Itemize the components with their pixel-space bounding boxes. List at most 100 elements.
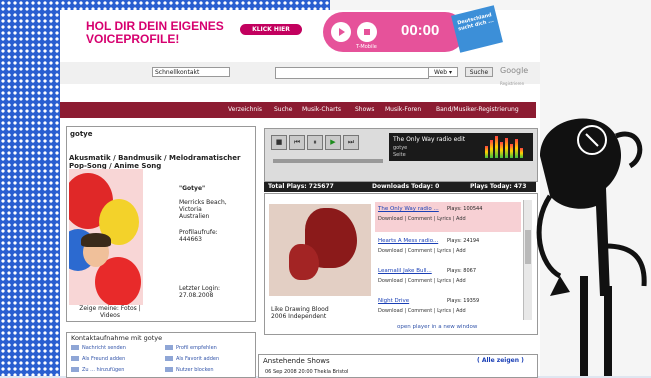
song-actions[interactable]: Download | Comment | Lyrics | Add	[378, 278, 466, 284]
previous-button[interactable]: ⏮	[289, 135, 305, 150]
profile-location-2: Victoria	[179, 206, 202, 213]
search-bar: Schnellkontakt Web ▾ Suche Google Regist…	[60, 62, 540, 86]
shows-title: Anstehende Shows	[263, 357, 330, 365]
group-icon	[71, 367, 79, 372]
pause-button[interactable]: ⏸	[307, 135, 323, 150]
song-title[interactable]: Hearts A Mess radio...	[378, 238, 438, 244]
search-button[interactable]: Suche	[465, 67, 493, 77]
block-user-link[interactable]: Nutzer blocken	[165, 367, 214, 373]
seek-bar[interactable]	[273, 159, 383, 163]
nav-shows[interactable]: Shows	[355, 106, 374, 113]
song-item[interactable]: The Only Way radio ... Plays: 100544 Dow…	[375, 202, 521, 232]
last-login-label: Letzter Login:	[179, 285, 221, 292]
promo-sticker: Deutschland sucht dich ...	[451, 5, 503, 53]
nav-musik-foren[interactable]: Musik-Foren	[385, 106, 421, 113]
eq-bar	[490, 140, 493, 158]
main-nav: Verzeichnis Suche Musik-Charts Shows Mus…	[60, 102, 536, 118]
song-title[interactable]: Night Drive	[378, 298, 409, 304]
song-actions[interactable]: Download | Comment | Lyrics | Add	[378, 308, 466, 314]
profile-location-3: Australien	[179, 213, 210, 220]
current-song-title: The Only Way radio edit	[393, 136, 466, 143]
add-to-group-label: Zu ... hinzufügen	[82, 367, 125, 373]
song-list-panel: Like Drawing Blood 2006 Independent The …	[264, 193, 538, 335]
profile-views: 444663	[179, 236, 202, 243]
person-hair	[81, 233, 111, 247]
profile-panel: gotye Akusmatik / Bandmusik / Melodramat…	[66, 126, 256, 322]
nav-verzeichnis[interactable]: Verzeichnis	[228, 106, 262, 113]
current-artist: gotye	[393, 145, 408, 151]
recommend-profile-link[interactable]: Profil empfehlen	[165, 345, 217, 351]
ad-player: 00:00 T-Mobile	[323, 12, 465, 52]
block-user-label: Nutzer blocken	[176, 367, 214, 373]
add-to-group-link[interactable]: Zu ... hinzufügen	[71, 367, 124, 373]
add-favorite-link[interactable]: Als Favorit adden	[165, 356, 219, 362]
show-row[interactable]: 06 Sep 2008 20:00 Thekla Bristol	[265, 369, 348, 375]
player-sub-label: Seite	[393, 152, 406, 158]
song-actions[interactable]: Download | Comment | Lyrics | Add	[378, 216, 466, 222]
upcoming-shows-panel: Anstehende Shows ( Alle zeigen ) 06 Sep …	[258, 354, 538, 378]
album-name: Like Drawing Blood	[271, 306, 329, 313]
next-button[interactable]: ⏭	[343, 135, 359, 150]
register-link[interactable]: Registrieren	[500, 81, 524, 86]
song-plays: Plays: 24194	[447, 238, 480, 244]
banner-title: HOL DIR DEIN EIGENES VOICEPROFILE!	[86, 20, 224, 46]
stop-button[interactable]: ■	[271, 135, 287, 150]
favorite-icon	[165, 356, 173, 361]
nav-band-registrierung[interactable]: Band/Musiker-Registrierung	[436, 106, 519, 113]
profile-genre: Akusmatik / Bandmusik / Melodramatischer…	[69, 154, 241, 170]
song-plays: Plays: 100544	[447, 206, 483, 212]
banner-title-line-2: VOICEPROFILE!	[86, 32, 180, 46]
song-actions[interactable]: Download | Comment | Lyrics | Add	[378, 248, 466, 254]
send-message-label: Nachricht senden	[82, 345, 126, 351]
song-item[interactable]: Hearts A Mess radio... Plays: 24194 Down…	[375, 234, 521, 264]
show-all-link[interactable]: ( Alle zeigen )	[477, 357, 524, 364]
eq-bar	[505, 138, 508, 158]
player-display: The Only Way radio edit gotye Seite	[389, 133, 533, 161]
photos-link[interactable]: Zeige meine: Fotos |	[69, 305, 151, 312]
eq-bar	[510, 144, 513, 158]
ad-player-time: 00:00	[401, 22, 440, 39]
total-plays: Total Plays: 725677	[268, 183, 334, 190]
nav-suche[interactable]: Suche	[274, 106, 292, 113]
last-login-date: 27.08.2008	[179, 292, 214, 299]
quick-contact-select[interactable]: Schnellkontakt	[152, 67, 230, 77]
bird-mascot-illustration	[536, 118, 647, 376]
song-item[interactable]: Learnalil Jake Bull... Plays: 8067 Downl…	[375, 264, 521, 294]
klick-hier-button[interactable]: KLICK HIER	[240, 24, 302, 35]
photo-caption: Zeige meine: Fotos | Videos	[69, 305, 151, 319]
brand-label: T-Mobile	[356, 44, 377, 50]
add-friend-link[interactable]: Als Freund adden	[71, 356, 125, 362]
envelope-icon	[71, 345, 79, 350]
search-input[interactable]	[275, 67, 429, 79]
google-logo: Google	[500, 66, 529, 75]
ad-stop-button[interactable]	[357, 22, 377, 42]
ad-play-button[interactable]	[331, 22, 351, 42]
song-plays: Plays: 8067	[447, 268, 477, 274]
song-title[interactable]: The Only Way radio ...	[378, 206, 439, 212]
send-message-link[interactable]: Nachricht senden	[71, 345, 126, 351]
block-icon	[165, 367, 173, 372]
music-player: ■ ⏮ ⏸ ▶ ⏭ The Only Way radio edit gotye …	[264, 128, 538, 182]
album-cover[interactable]	[269, 204, 371, 296]
song-plays: Plays: 19359	[447, 298, 480, 304]
album-year: 2006 Independent	[271, 313, 327, 320]
stop-icon	[364, 29, 370, 35]
eq-bar	[515, 139, 518, 158]
stats-bar: Total Plays: 725677 Downloads Today: 0 P…	[264, 182, 536, 192]
play-icon	[339, 28, 345, 36]
contact-panel: Kontaktaufnahme mit gotye Nachricht send…	[66, 332, 256, 378]
song-title[interactable]: Learnalil Jake Bull...	[378, 268, 432, 274]
song-item[interactable]: Night Drive Plays: 19359 Download | Comm…	[375, 294, 521, 324]
recommend-profile-label: Profil empfehlen	[176, 345, 217, 351]
open-new-window-link[interactable]: open player in a new window	[397, 324, 477, 330]
eq-bar	[500, 142, 503, 158]
profile-location-1: Merricks Beach,	[179, 199, 227, 206]
profile-photo[interactable]	[69, 169, 143, 305]
play-button[interactable]: ▶	[325, 135, 341, 150]
search-scope-select[interactable]: Web ▾	[428, 67, 458, 77]
profile-name: gotye	[70, 130, 93, 138]
ad-banner[interactable]: HOL DIR DEIN EIGENES VOICEPROFILE! KLICK…	[80, 5, 520, 56]
add-friend-label: Als Freund adden	[82, 356, 126, 362]
videos-link[interactable]: Videos	[69, 312, 151, 319]
nav-musik-charts[interactable]: Musik-Charts	[302, 106, 341, 113]
